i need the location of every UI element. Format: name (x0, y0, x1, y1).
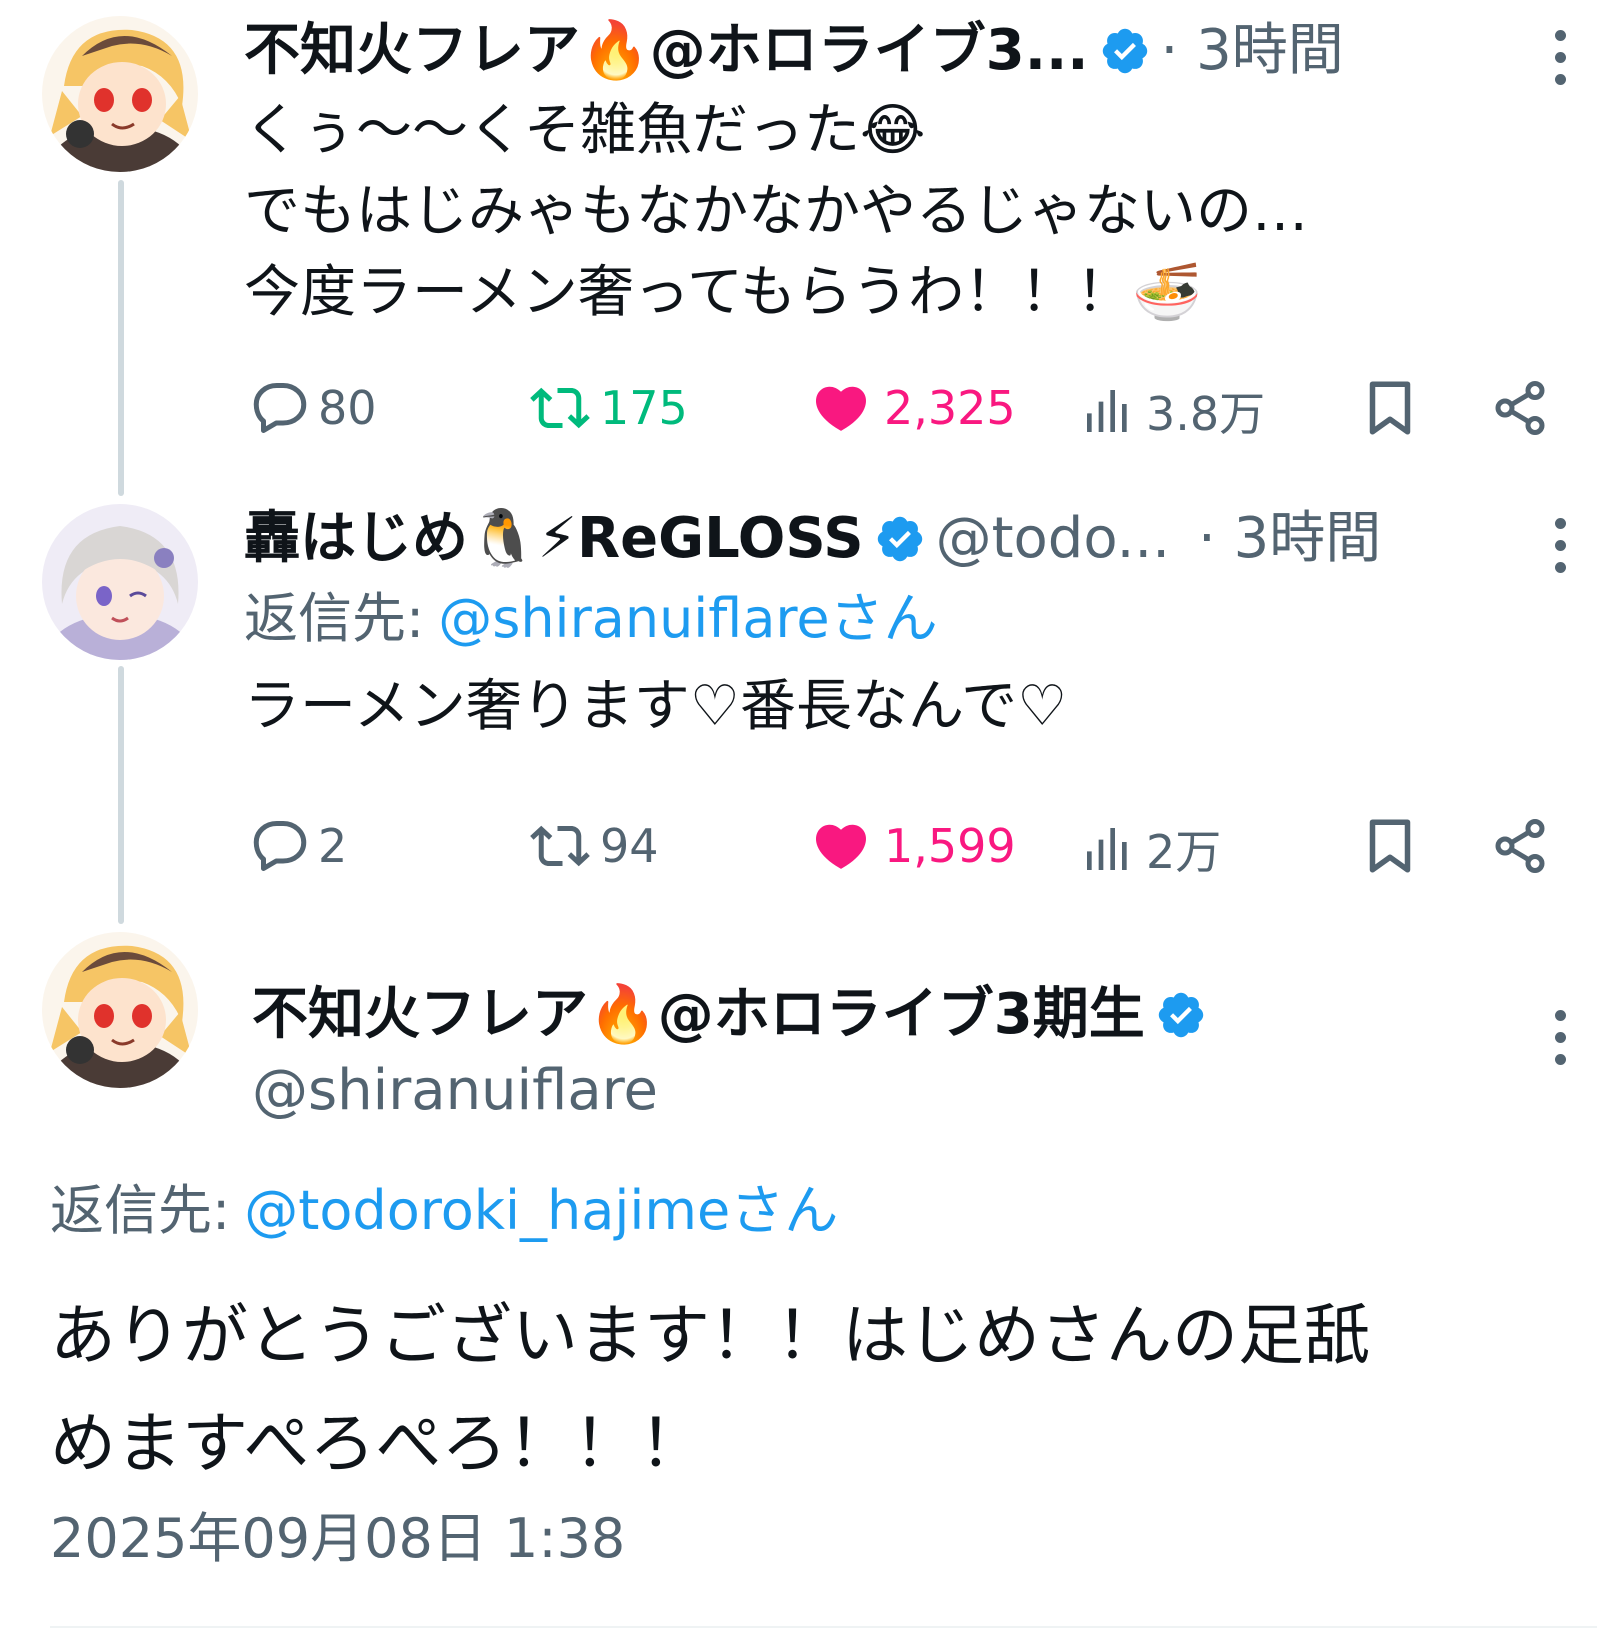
tweet2-reply-context: 返信先: @shiranuiflareさん (244, 584, 938, 654)
views-count: 2万 (1146, 825, 1222, 879)
views-icon (1080, 381, 1136, 441)
share-icon (1490, 378, 1550, 438)
more-icon[interactable] (1554, 30, 1566, 85)
views-button[interactable]: 2万 (1080, 816, 1221, 882)
like-button[interactable]: 2,325 (810, 378, 1016, 438)
reply-to-link[interactable]: @todoroki_hajimeさん (244, 1176, 838, 1246)
thread-line (118, 180, 124, 496)
reply-prefix: 返信先: (50, 1179, 231, 1242)
reply-to-link[interactable]: @shiranuiflareさん (438, 584, 937, 654)
divider (50, 1626, 1597, 1628)
like-count: 1,599 (884, 819, 1016, 873)
like-button[interactable]: 1,599 (810, 816, 1016, 876)
bookmark-button[interactable] (1360, 378, 1420, 438)
verified-badge-icon (874, 513, 926, 565)
reply-icon (250, 816, 310, 876)
tweet1-text: くぅ〜〜くそ雑魚だった😂 でもはじみゃもなかなかやるじゃないの… 今度ラーメン奢… (244, 90, 1308, 333)
tweet2-time[interactable]: · 3時間 (1198, 504, 1381, 574)
reply-button[interactable]: 2 (250, 816, 347, 876)
tweet3-text: ありがとうございます！！はじめさんの足舐 めますぺろぺろ！！！ (50, 1282, 1370, 1498)
retweet-count: 175 (600, 381, 688, 435)
retweet-button[interactable]: 175 (528, 378, 688, 438)
more-icon[interactable] (1554, 518, 1566, 573)
bookmark-icon (1360, 816, 1420, 876)
like-count: 2,325 (884, 381, 1016, 435)
views-button[interactable]: 3.8万 (1080, 378, 1265, 444)
verified-badge-icon (1099, 25, 1151, 77)
reply-button[interactable]: 80 (250, 378, 377, 438)
tweet1-time[interactable]: · 3時間 (1161, 16, 1344, 86)
tweet2-handle[interactable]: @todo... (936, 504, 1170, 574)
tweet1-display-name[interactable]: 不知火フレア🔥@ホロライブ3... (244, 16, 1089, 86)
retweet-icon (528, 378, 592, 438)
tweet3-timestamp[interactable]: 2025年09月08日 1:38 (50, 1504, 625, 1574)
tweet1-header: 不知火フレア🔥@ホロライブ3... · 3時間 (244, 16, 1344, 86)
avatar-flare-2[interactable] (42, 932, 198, 1088)
avatar-hajime[interactable] (42, 504, 198, 660)
like-icon (810, 378, 872, 438)
reply-icon (250, 378, 310, 438)
thread-line (118, 666, 124, 924)
tweet2-text: ラーメン奢ります♡番長なんで♡ (244, 674, 1068, 739)
share-button[interactable] (1490, 378, 1550, 438)
tweet1-line: でもはじみゃもなかなかやるじゃないの… (244, 179, 1308, 244)
tweet3-display-name[interactable]: 不知火フレア🔥@ホロライブ3期生 (252, 980, 1145, 1050)
tweet3-reply-context: 返信先: @todoroki_hajimeさん (50, 1176, 838, 1246)
share-button[interactable] (1490, 816, 1550, 876)
share-icon (1490, 816, 1550, 876)
tweet2-header: 轟はじめ🐧⚡ReGLOSS @todo... · 3時間 (244, 504, 1381, 574)
tweet1-line: 今度ラーメン奢ってもらうわ！！！🍜 (244, 260, 1202, 325)
bookmark-button[interactable] (1360, 816, 1420, 876)
tweet3-line: めますぺろぺろ！！！ (50, 1405, 706, 1482)
retweet-icon (528, 816, 592, 876)
tweet1-line: くぅ〜〜くそ雑魚だった😂 (244, 98, 926, 163)
more-icon[interactable] (1554, 1010, 1566, 1065)
retweet-count: 94 (600, 819, 659, 873)
tweet3-line: ありがとうございます！！はじめさんの足舐 (50, 1297, 1370, 1374)
verified-badge-icon (1155, 989, 1207, 1041)
retweet-button[interactable]: 94 (528, 816, 659, 876)
avatar-flare-1[interactable] (42, 16, 198, 172)
reply-count: 80 (318, 381, 377, 435)
views-icon (1080, 819, 1136, 879)
tweet2-display-name[interactable]: 轟はじめ🐧⚡ReGLOSS (244, 504, 864, 574)
bookmark-icon (1360, 378, 1420, 438)
tweet3-handle[interactable]: @shiranuiflare (252, 1056, 658, 1126)
views-count: 3.8万 (1146, 387, 1266, 441)
reply-prefix: 返信先: (244, 587, 425, 650)
like-icon (810, 816, 872, 876)
reply-count: 2 (318, 819, 348, 873)
tweet3-header: 不知火フレア🔥@ホロライブ3期生 (252, 980, 1217, 1050)
